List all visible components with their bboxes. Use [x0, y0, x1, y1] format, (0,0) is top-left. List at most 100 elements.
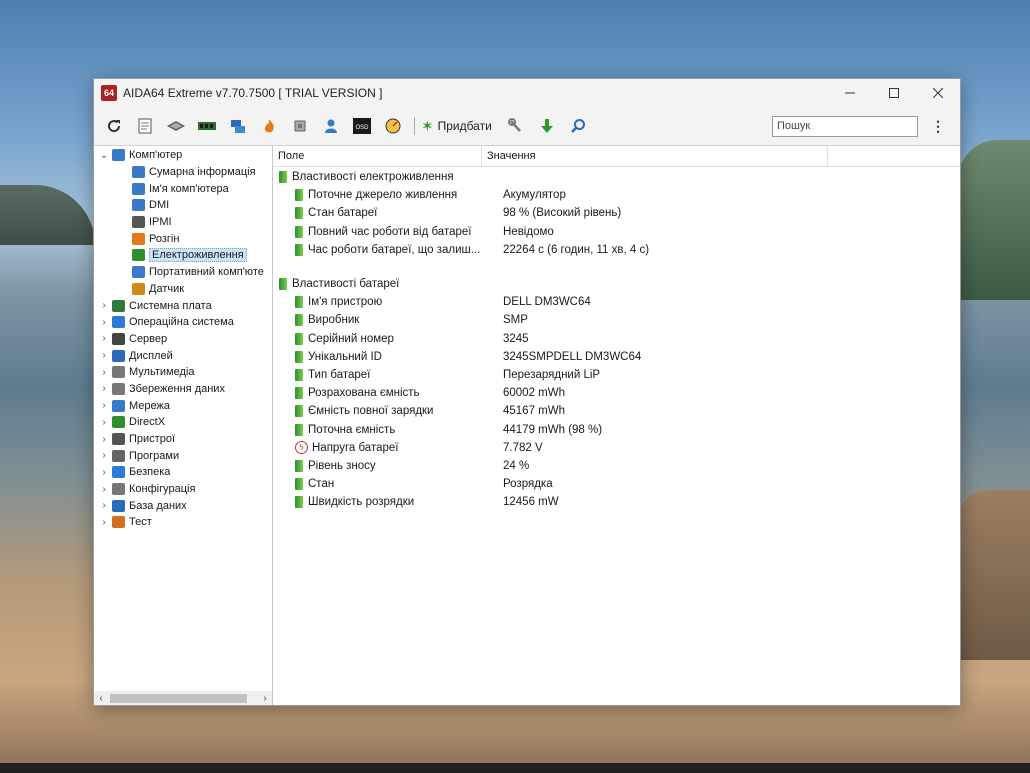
chevron-right-icon[interactable]: › — [98, 383, 110, 394]
battery-icon — [132, 249, 145, 262]
cpu-button[interactable] — [288, 114, 312, 138]
tree-item[interactable]: Сумарна інформація — [94, 164, 272, 181]
list-item[interactable]: Ім'я пристрою DELL DM3WC64 — [273, 293, 960, 311]
refresh-button[interactable] — [102, 114, 126, 138]
field-label: Поточне джерело живлення — [308, 189, 458, 202]
tree-group[interactable]: › Збереження даних — [94, 381, 272, 398]
user-button[interactable] — [319, 114, 343, 138]
scroll-left-icon[interactable]: ‹ — [94, 693, 108, 704]
tree-group[interactable]: › Тест — [94, 514, 272, 531]
row-spacer — [273, 259, 960, 275]
tree-item[interactable]: Електроживлення — [94, 247, 272, 264]
computer-icon — [112, 149, 125, 162]
column-header-extra[interactable] — [828, 146, 953, 166]
list-item[interactable]: Серійний номер 3245 — [273, 330, 960, 348]
battery-icon — [279, 278, 287, 291]
chevron-right-icon[interactable]: › — [98, 467, 110, 478]
memory-button[interactable] — [195, 114, 219, 138]
tree-item-label: Комп'ютер — [129, 149, 183, 162]
osd-button[interactable]: OSD — [350, 114, 374, 138]
chevron-right-icon[interactable]: › — [98, 450, 110, 461]
tools-button[interactable] — [504, 114, 528, 138]
buy-button[interactable]: ✶ Придбати — [421, 117, 492, 135]
field-label: Розрахована ємність — [308, 387, 420, 400]
section-header-row[interactable]: Властивості електроживлення — [273, 168, 960, 186]
tree-group-label: Програми — [129, 449, 180, 462]
horizontal-scrollbar[interactable]: ‹ › — [94, 691, 272, 705]
tree-group[interactable]: › Пристрої — [94, 431, 272, 448]
chevron-right-icon[interactable]: › — [98, 484, 110, 495]
search-tool-button[interactable] — [566, 114, 590, 138]
chevron-right-icon[interactable]: › — [98, 434, 110, 445]
tree-group[interactable]: › Конфігурація — [94, 481, 272, 498]
motherboard-button[interactable] — [164, 114, 188, 138]
chevron-right-icon[interactable]: › — [98, 400, 110, 411]
list-header: Поле Значення — [273, 146, 960, 167]
tree-group[interactable]: › Безпека — [94, 464, 272, 481]
chevron-right-icon[interactable]: › — [98, 517, 110, 528]
field-label: Ім'я пристрою — [308, 296, 383, 309]
tree-group[interactable]: › Операційна система — [94, 314, 272, 331]
computer-icon — [132, 182, 145, 195]
tree-group[interactable]: › База даних — [94, 497, 272, 514]
tree-group-label: База даних — [129, 499, 187, 512]
tree-item[interactable]: IPMI — [94, 214, 272, 231]
column-header-value[interactable]: Значення — [482, 146, 828, 166]
maximize-button[interactable] — [872, 79, 916, 107]
title-bar[interactable]: 64 AIDA64 Extreme v7.70.7500 [ TRIAL VER… — [94, 79, 960, 107]
chevron-right-icon[interactable]: › — [98, 300, 110, 311]
list-item[interactable]: Виробник SMP — [273, 311, 960, 329]
chevron-right-icon[interactable]: › — [98, 417, 110, 428]
list-item[interactable]: Ємність повної зарядки 45167 mWh — [273, 402, 960, 420]
chevron-right-icon[interactable]: › — [98, 367, 110, 378]
network-button[interactable] — [226, 114, 250, 138]
list-item[interactable]: ϟ Напруга батареї 7.782 V — [273, 439, 960, 457]
list-item[interactable]: Повний час роботи від батареї Невідомо — [273, 223, 960, 241]
tree-item[interactable]: Портативний комп'юте — [94, 264, 272, 281]
list-item[interactable]: Поточне джерело живлення Акумулятор — [273, 186, 960, 204]
tree-group[interactable]: › DirectX — [94, 414, 272, 431]
list-item[interactable]: Стан Розрядка — [273, 475, 960, 493]
tree-item-computer[interactable]: ⌄ Комп'ютер — [94, 147, 272, 164]
sensor-button[interactable] — [381, 114, 405, 138]
chevron-right-icon[interactable]: › — [98, 500, 110, 511]
scrollbar-thumb[interactable] — [110, 693, 247, 703]
field-cell: Стан — [273, 478, 503, 491]
tree-group[interactable]: › Програми — [94, 447, 272, 464]
list-item[interactable]: Розрахована ємність 60002 mWh — [273, 384, 960, 402]
network-icon — [231, 120, 245, 133]
list-item[interactable]: Час роботи батареї, що залиш... 22264 с (… — [273, 241, 960, 259]
download-button[interactable] — [535, 114, 559, 138]
minimize-button[interactable] — [828, 79, 872, 107]
tree-item[interactable]: Ім'я комп'ютера — [94, 180, 272, 197]
section-header-row[interactable]: Властивості батареї — [273, 275, 960, 293]
more-options-icon[interactable]: ⋮ — [928, 118, 948, 135]
list-item[interactable]: Тип батареї Перезарядний LiP — [273, 366, 960, 384]
tree-item[interactable]: DMI — [94, 197, 272, 214]
overclock-button[interactable] — [257, 114, 281, 138]
list-item[interactable]: Стан батареї 98 % (Високий рівень) — [273, 204, 960, 222]
chevron-right-icon[interactable]: › — [98, 333, 110, 344]
tree-item[interactable]: Датчик — [94, 281, 272, 298]
tree-group[interactable]: › Сервер — [94, 331, 272, 348]
tree-group[interactable]: › Мережа — [94, 397, 272, 414]
chevron-right-icon[interactable]: › — [98, 317, 110, 328]
value-cell: 60002 mWh — [503, 387, 566, 400]
tree-group[interactable]: › Дисплей — [94, 347, 272, 364]
tree-group[interactable]: › Мультимедіа — [94, 364, 272, 381]
column-header-field[interactable]: Поле — [273, 146, 482, 166]
list-item[interactable]: Унікальний ID 3245SMPDELL DM3WC64 — [273, 348, 960, 366]
list-item[interactable]: Швидкість розрядки 12456 mW — [273, 493, 960, 511]
tree-group-label: Пристрої — [129, 433, 175, 446]
tree-group[interactable]: › Системна плата — [94, 297, 272, 314]
list-item[interactable]: Рівень зносу 24 % — [273, 457, 960, 475]
list-item[interactable]: Поточна ємність 44179 mWh (98 %) — [273, 420, 960, 438]
tree-item[interactable]: Розгін — [94, 230, 272, 247]
field-cell: Ім'я пристрою — [273, 296, 503, 309]
chevron-right-icon[interactable]: › — [98, 350, 110, 361]
close-button[interactable] — [916, 79, 960, 107]
scroll-right-icon[interactable]: › — [258, 693, 272, 704]
search-input[interactable] — [772, 115, 918, 137]
report-button[interactable] — [133, 114, 157, 138]
chevron-down-icon[interactable]: ⌄ — [98, 150, 110, 161]
